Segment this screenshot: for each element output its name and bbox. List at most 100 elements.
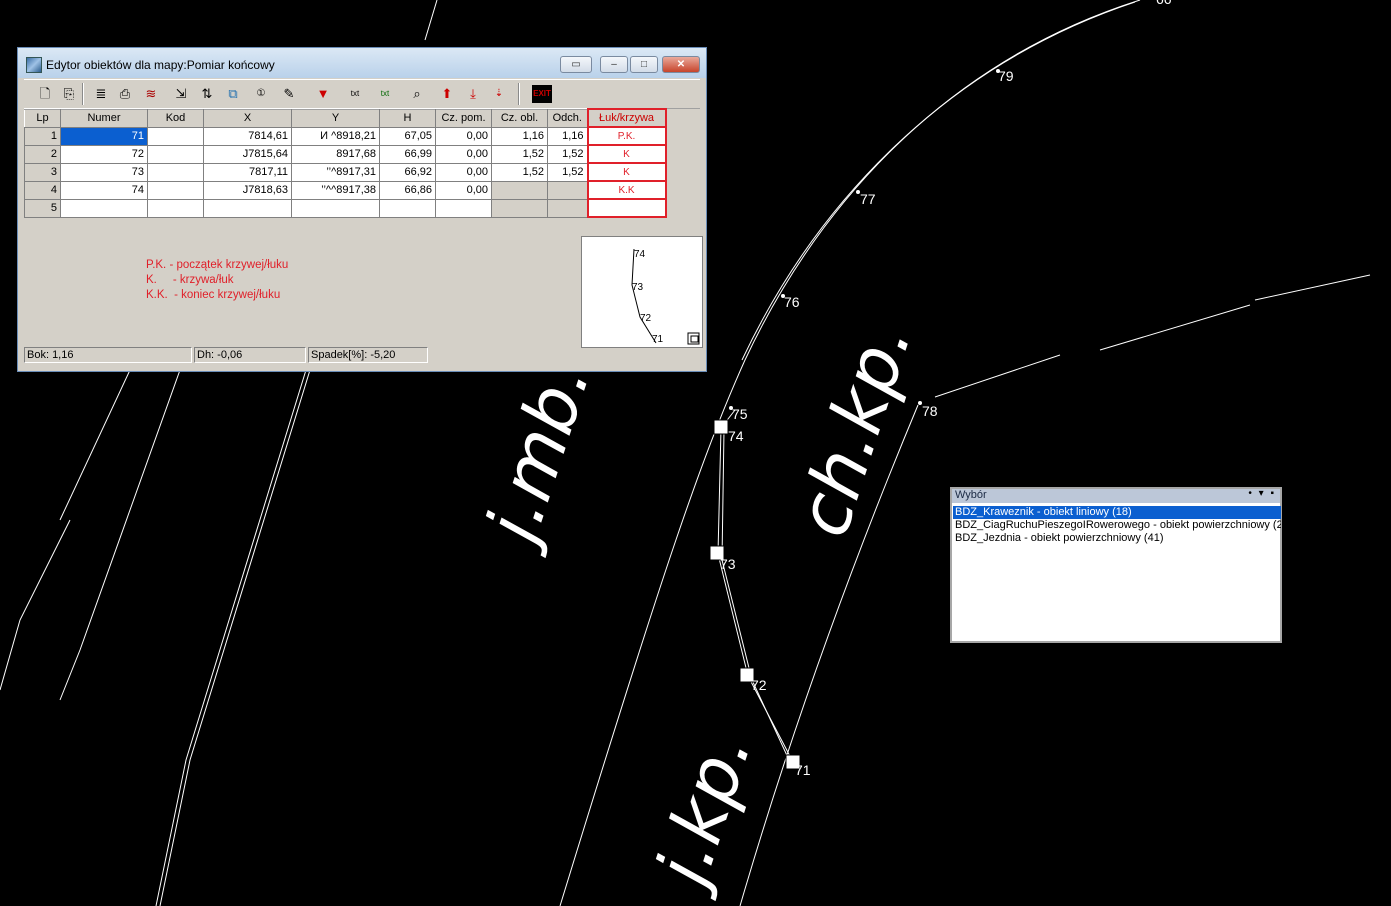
restore-small-button[interactable]: ▭ <box>560 56 592 73</box>
cell-x[interactable]: J7818,63 <box>203 180 292 200</box>
cell-numer[interactable]: 71 <box>60 126 148 146</box>
list-icon[interactable]: ≣ <box>92 85 110 103</box>
list-item[interactable]: BDZ_Kraweznik - obiekt liniowy (18) <box>953 506 1281 519</box>
cell-czpom[interactable]: 0,00 <box>435 162 492 182</box>
cell-x[interactable]: 7817,11 <box>203 162 292 182</box>
cell-h[interactable] <box>379 198 436 218</box>
cell-czobl[interactable]: 1,52 <box>491 144 548 164</box>
exit-icon[interactable]: EXIT <box>532 85 552 103</box>
col-x[interactable]: X <box>203 108 292 128</box>
list-item[interactable]: BDZ_CiagRuchuPieszegoIRowerowego - obiek… <box>953 519 1281 532</box>
col-h[interactable]: H <box>379 108 436 128</box>
minimize-button[interactable]: – <box>600 56 628 73</box>
maximize-button[interactable]: □ <box>630 56 658 73</box>
cell-luk[interactable] <box>586 198 667 218</box>
cell-luk[interactable]: P.K. <box>586 126 667 146</box>
list-item[interactable]: BDZ_Jezdnia - obiekt powierzchniowy (41) <box>953 532 1281 545</box>
insert-icon[interactable]: ⤓ <box>464 85 482 103</box>
cell-y[interactable] <box>291 198 380 218</box>
cell-kod[interactable] <box>147 144 204 164</box>
cell-numer[interactable]: 73 <box>60 162 148 182</box>
cell-y[interactable]: 8917,68 <box>291 144 380 164</box>
cell-y[interactable]: ’’^8917,31 <box>291 162 380 182</box>
cell-odch[interactable]: 1,16 <box>547 126 588 146</box>
cell-luk[interactable]: K <box>586 162 667 182</box>
col-numer[interactable]: Numer <box>60 108 148 128</box>
point-label-79: 79 <box>998 68 1014 84</box>
export-icon[interactable]: ⧉ <box>224 85 242 103</box>
panel-controls-icon[interactable]: • ▾ ▪ <box>1248 488 1276 499</box>
cell-numer[interactable] <box>60 198 148 218</box>
new-icon[interactable]: 🗋 <box>36 85 54 103</box>
stack-icon[interactable]: ≋ <box>142 85 160 103</box>
cell-czpom[interactable]: 0,00 <box>435 126 492 146</box>
cell-czpom[interactable]: 0,00 <box>435 180 492 200</box>
cell-kod[interactable] <box>147 180 204 200</box>
col-lp[interactable]: Lp <box>24 108 61 128</box>
marker-icon[interactable]: ▼ <box>314 85 332 103</box>
cell-czobl[interactable]: 1,52 <box>491 162 548 182</box>
cell-h[interactable]: 67,05 <box>379 126 436 146</box>
cell-czobl[interactable] <box>491 180 548 200</box>
cell-numer[interactable]: 72 <box>60 144 148 164</box>
number-icon[interactable]: ① <box>252 85 270 103</box>
table-row[interactable]: 5 <box>24 198 667 218</box>
legend-kk: K.K. - koniec krzywej/łuku <box>146 289 281 301</box>
table-row[interactable]: 2 72 J7815,64 8917,68 66,99 0,00 1,52 1,52 K <box>24 144 667 164</box>
toolbar-separator-2 <box>518 83 520 105</box>
copy-icon[interactable]: ⎘ <box>60 85 78 103</box>
cell-numer[interactable]: 74 <box>60 180 148 200</box>
cell-y[interactable]: ’’^^8917,38 <box>291 180 380 200</box>
table-row[interactable]: 3 73 7817,11 ’’^8917,31 66,92 0,00 1,52 1,52 K <box>24 162 667 182</box>
cell-h[interactable]: 66,92 <box>379 162 436 182</box>
point-label-73: 73 <box>720 556 736 572</box>
parallel-line-5 <box>0 519 71 691</box>
print-icon[interactable]: ⎙ <box>116 85 134 103</box>
editor-titlebar[interactable]: Edytor obiektów dla mapy:Pomiar końcowy … <box>18 48 706 78</box>
col-czobl[interactable]: Cz. obl. <box>491 108 548 128</box>
cell-x[interactable] <box>203 198 292 218</box>
selection-panel-header[interactable]: Wybór • ▾ ▪ <box>952 488 1280 503</box>
table-row[interactable]: 4 74 J7818,63 ’’^^8917,38 66,86 0,00 K.K <box>24 180 667 200</box>
status-dh: Dh: -0,06 <box>194 347 306 363</box>
cell-h[interactable]: 66,99 <box>379 144 436 164</box>
cell-odch[interactable] <box>547 180 588 200</box>
height-icon[interactable]: ⇣ <box>490 85 508 103</box>
shape-preview[interactable]: 74 73 72 71 <box>581 236 703 348</box>
cell-y[interactable]: И ^8918,21 <box>291 126 380 146</box>
cell-odch[interactable] <box>547 198 588 218</box>
table-row[interactable]: 1 71 7814,61 И ^8918,21 67,05 0,00 1,16 1,16 P.K… <box>24 126 667 146</box>
txt2-icon[interactable]: txt <box>376 85 394 103</box>
cell-odch[interactable]: 1,52 <box>547 144 588 164</box>
col-czpom[interactable]: Cz. pom. <box>435 108 492 128</box>
upload-icon[interactable]: ⬆ <box>438 85 456 103</box>
cell-kod[interactable] <box>147 126 204 146</box>
zoom-icon[interactable]: ⌕ <box>408 85 426 103</box>
cell-x[interactable]: 7814,61 <box>203 126 292 146</box>
road-line-horizontal <box>934 274 1371 398</box>
cell-odch[interactable]: 1,52 <box>547 162 588 182</box>
cell-czobl[interactable] <box>491 198 548 218</box>
cell-czpom[interactable]: 0,00 <box>435 144 492 164</box>
close-button[interactable]: ✕ <box>662 56 700 73</box>
col-kod[interactable]: Kod <box>147 108 204 128</box>
points-grid[interactable]: Lp Numer Kod X Y H Cz. pom. Cz. obl. Odc… <box>24 108 667 218</box>
cell-czobl[interactable]: 1,16 <box>491 126 548 146</box>
txt-icon[interactable]: txt <box>346 85 364 103</box>
col-y[interactable]: Y <box>291 108 380 128</box>
cell-h[interactable]: 66,86 <box>379 180 436 200</box>
cell-x[interactable]: J7815,64 <box>203 144 292 164</box>
cell-kod[interactable] <box>147 162 204 182</box>
object-editor-window[interactable]: Edytor obiektów dla mapy:Pomiar końcowy … <box>17 47 707 372</box>
selection-panel[interactable]: Wybór • ▾ ▪ BDZ_Kraweznik - obiekt linio… <box>950 487 1282 643</box>
import-icon[interactable]: ⇲ <box>172 85 190 103</box>
cell-luk[interactable]: K.K <box>586 180 667 200</box>
sort-icon[interactable]: ⇅ <box>198 85 216 103</box>
pencil-icon[interactable]: ✎ <box>280 85 298 103</box>
cell-czpom[interactable] <box>435 198 492 218</box>
editor-statusbar: Bok: 1,16 Dh: -0,06 Spadek[%]: -5,20 <box>24 347 700 364</box>
col-odch[interactable]: Odch. <box>547 108 588 128</box>
cell-luk[interactable]: K <box>586 144 667 164</box>
col-luk[interactable]: Łuk/krzywa <box>586 108 667 128</box>
cell-kod[interactable] <box>147 198 204 218</box>
